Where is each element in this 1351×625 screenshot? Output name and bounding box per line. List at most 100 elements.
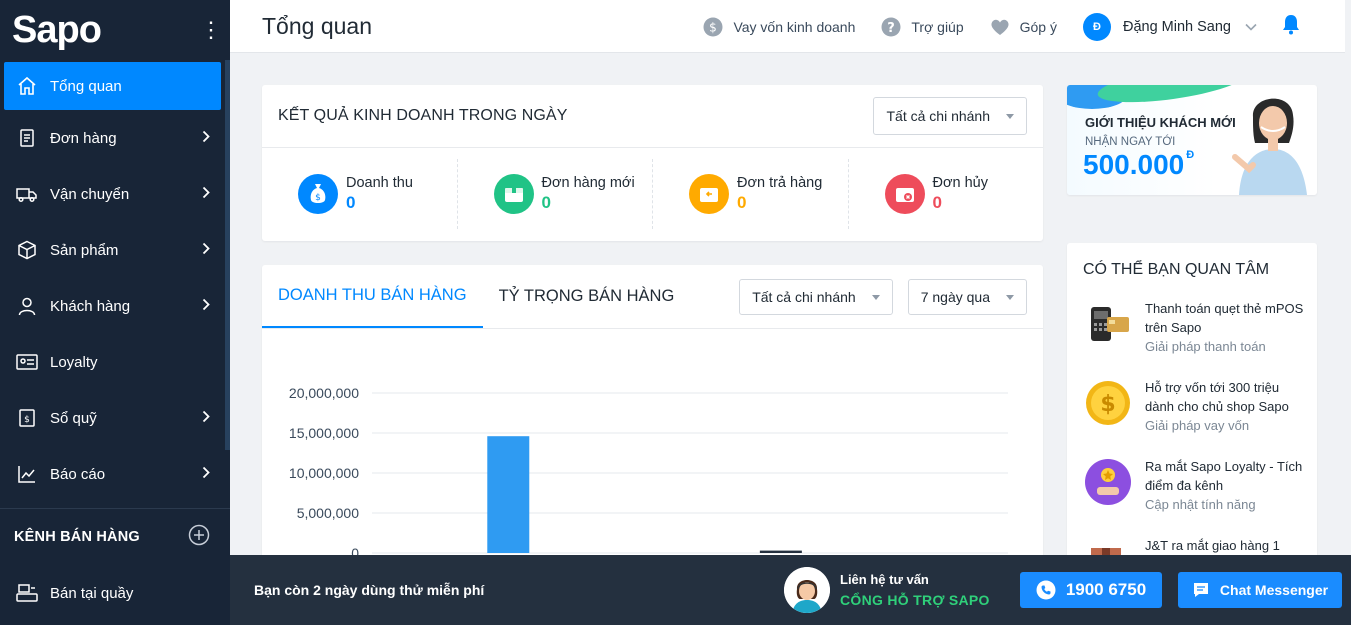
bell-icon[interactable] [1281,13,1301,40]
sidebar-item-overview[interactable]: Tổng quan [4,62,221,110]
sidebar-item-label: Loyalty [50,353,98,371]
question-icon: ? [881,17,901,37]
cashbook-icon: $ [16,407,38,429]
card-icon [16,351,38,373]
promo-line1: GIỚI THIỆU KHÁCH MỚI [1085,115,1236,130]
chevron-right-icon [202,410,210,427]
trial-message: Bạn còn 2 ngày dùng thử miễn phí [254,582,485,598]
stat-new-orders: Đơn hàng mới 0 [458,159,653,229]
box-icon [16,239,38,261]
help-link[interactable]: ? Trợ giúp [881,17,964,37]
return-box-icon [689,174,729,214]
support-contact[interactable]: Liên hệ tư vấn CỔNG HỖ TRỢ SAPO [784,567,990,613]
daily-business-card: KẾT QUẢ KINH DOANH TRONG NGÀY Tất cả chi… [262,85,1043,241]
page-scrollbar[interactable] [1345,0,1351,625]
home-icon [16,75,38,97]
sidebar-item-label: Khách hàng [50,297,131,315]
chevron-right-icon [202,298,210,315]
bar-05-12[interactable] [759,550,802,553]
stat-label: Đơn hủy [932,175,988,191]
dropdown-caret-icon [1006,113,1014,119]
sidebar-item-reports[interactable]: Báo cáo [0,446,230,502]
page-title: Tổng quan [262,12,372,39]
chevron-down-icon[interactable] [1245,18,1257,36]
sidebar-item-loyalty[interactable]: Loyalty [0,334,230,390]
gold-coin-icon: $ [1086,381,1130,425]
chart-icon [16,463,38,485]
promo-person-image [1232,98,1307,195]
chart-branch-value: Tất cả chi nhánh [752,289,856,305]
sidebar-item-products[interactable]: Sản phẩm [0,222,230,278]
suggestion-title: Ra mắt Sapo Loyalty - Tích điểm đa kênh [1145,459,1303,493]
bar-02-12[interactable] [487,436,530,553]
stat-revenue: $ Doanh thu 0 [262,159,458,229]
pos-icon [16,582,38,604]
feedback-link[interactable]: Góp ý [990,17,1057,37]
chat-bubble-icon [1193,583,1208,597]
daily-business-title: KẾT QUẢ KINH DOANH TRONG NGÀY [278,107,568,124]
sidebar-item-label: Đơn hàng [50,129,117,147]
add-channel-icon[interactable] [188,524,210,550]
card-reader-icon [1091,307,1129,341]
sidebar-item-orders[interactable]: Đơn hàng [0,110,230,166]
daily-business-header: KẾT QUẢ KINH DOANH TRONG NGÀY Tất cả chi… [262,85,1043,148]
business-loan-link[interactable]: $ Vay vốn kinh doanh [703,17,855,37]
suggestion-item[interactable]: Thanh toán quẹt thẻ mPOS trên Sapo Giải … [1067,299,1321,356]
svg-text:$: $ [1100,392,1115,417]
stat-value: 0 [541,193,551,212]
suggestion-item[interactable]: $ Hỗ trợ vốn tới 300 triệu dành cho chủ … [1067,378,1321,435]
loyalty-badge-icon [1085,459,1131,505]
chat-messenger-button[interactable]: Chat Messenger [1178,572,1342,608]
stat-label: Đơn hàng mới [541,175,635,191]
stat-label: Đơn trả hàng [737,175,823,191]
package-icon [493,174,534,214]
tab-sales-revenue[interactable]: DOANH THU BÁN HÀNG [262,265,483,328]
y-tick-label: 10,000,000 [289,465,359,481]
promo-amount: 500.000 Đ [1083,149,1194,181]
suggestion-title: Hỗ trợ vốn tới 300 triệu dành cho chủ sh… [1145,380,1289,414]
promo-blob-decoration [1095,85,1249,110]
sidebar-scrollbar[interactable] [225,60,230,450]
branch-select-value: Tất cả chi nhánh [886,108,990,124]
heart-icon [990,17,1010,37]
referral-promo-banner[interactable]: GIỚI THIỆU KHÁCH MỚI NHẬN NGAY TỚI 500.0… [1067,85,1317,195]
promo-amount-value: 500.000 [1083,149,1185,180]
svg-text:$: $ [710,20,718,34]
chevron-right-icon [202,466,210,483]
promo-line2: NHẬN NGAY TỚI [1085,136,1176,148]
sidebar-item-pos[interactable]: Bán tại quầy [0,565,230,621]
receipt-icon [16,127,38,149]
stat-value: 0 [932,193,942,212]
sidebar-item-cashbook[interactable]: $ Sổ quỹ [0,390,230,446]
branch-select[interactable]: Tất cả chi nhánh [873,97,1027,135]
sidebar-item-label: Báo cáo [50,465,106,483]
sidebar-item-shipping[interactable]: Vận chuyển [0,166,230,222]
top-header: Tổng quan $ Vay vốn kinh doanh ? Trợ giú… [230,0,1351,53]
sidebar: Sapo ⋮ Tổng quan Đơn hàng Vận chuyển Sản… [0,0,230,625]
suggestion-title: Thanh toán quẹt thẻ mPOS trên Sapo [1145,301,1304,335]
user-name[interactable]: Đặng Minh Sang [1123,19,1231,35]
support-label: Liên hệ tư vấn [840,572,929,587]
tab-sales-share[interactable]: TỶ TRỌNG BÁN HÀNG [483,265,691,328]
svg-text:$: $ [24,415,30,425]
money-bag-icon: $ [298,174,338,214]
chart-branch-select[interactable]: Tất cả chi nhánh [739,279,893,315]
hotline-number: 1900 6750 [1065,580,1147,599]
sidebar-item-label: Vận chuyển [50,185,130,203]
chart-tabs: DOANH THU BÁN HÀNG TỶ TRỌNG BÁN HÀNG Tất… [262,265,1043,329]
hotline-button[interactable]: 1900 6750 [1020,572,1162,608]
stat-label: Doanh thu [346,175,413,191]
avatar[interactable]: Đ [1082,12,1111,41]
trial-bar: Bạn còn 2 ngày dùng thử miễn phí Liên hệ… [230,555,1351,625]
support-portal-label: CỔNG HỖ TRỢ SAPO [840,592,990,608]
sidebar-item-label: Tổng quan [50,77,122,95]
support-agent-icon [784,567,830,613]
sapo-logo[interactable]: Sapo [12,9,102,52]
more-menu-icon[interactable]: ⋮ [200,19,222,41]
chart-filters: Tất cả chi nhánh 7 ngày qua [724,279,1027,315]
dropdown-caret-icon [1006,294,1014,300]
suggestion-item[interactable]: Ra mắt Sapo Loyalty - Tích điểm đa kênh … [1067,457,1321,514]
period-select[interactable]: 7 ngày qua [907,279,1027,315]
dollar-coin-icon: $ [703,17,723,37]
sidebar-item-customers[interactable]: Khách hàng [0,278,230,334]
